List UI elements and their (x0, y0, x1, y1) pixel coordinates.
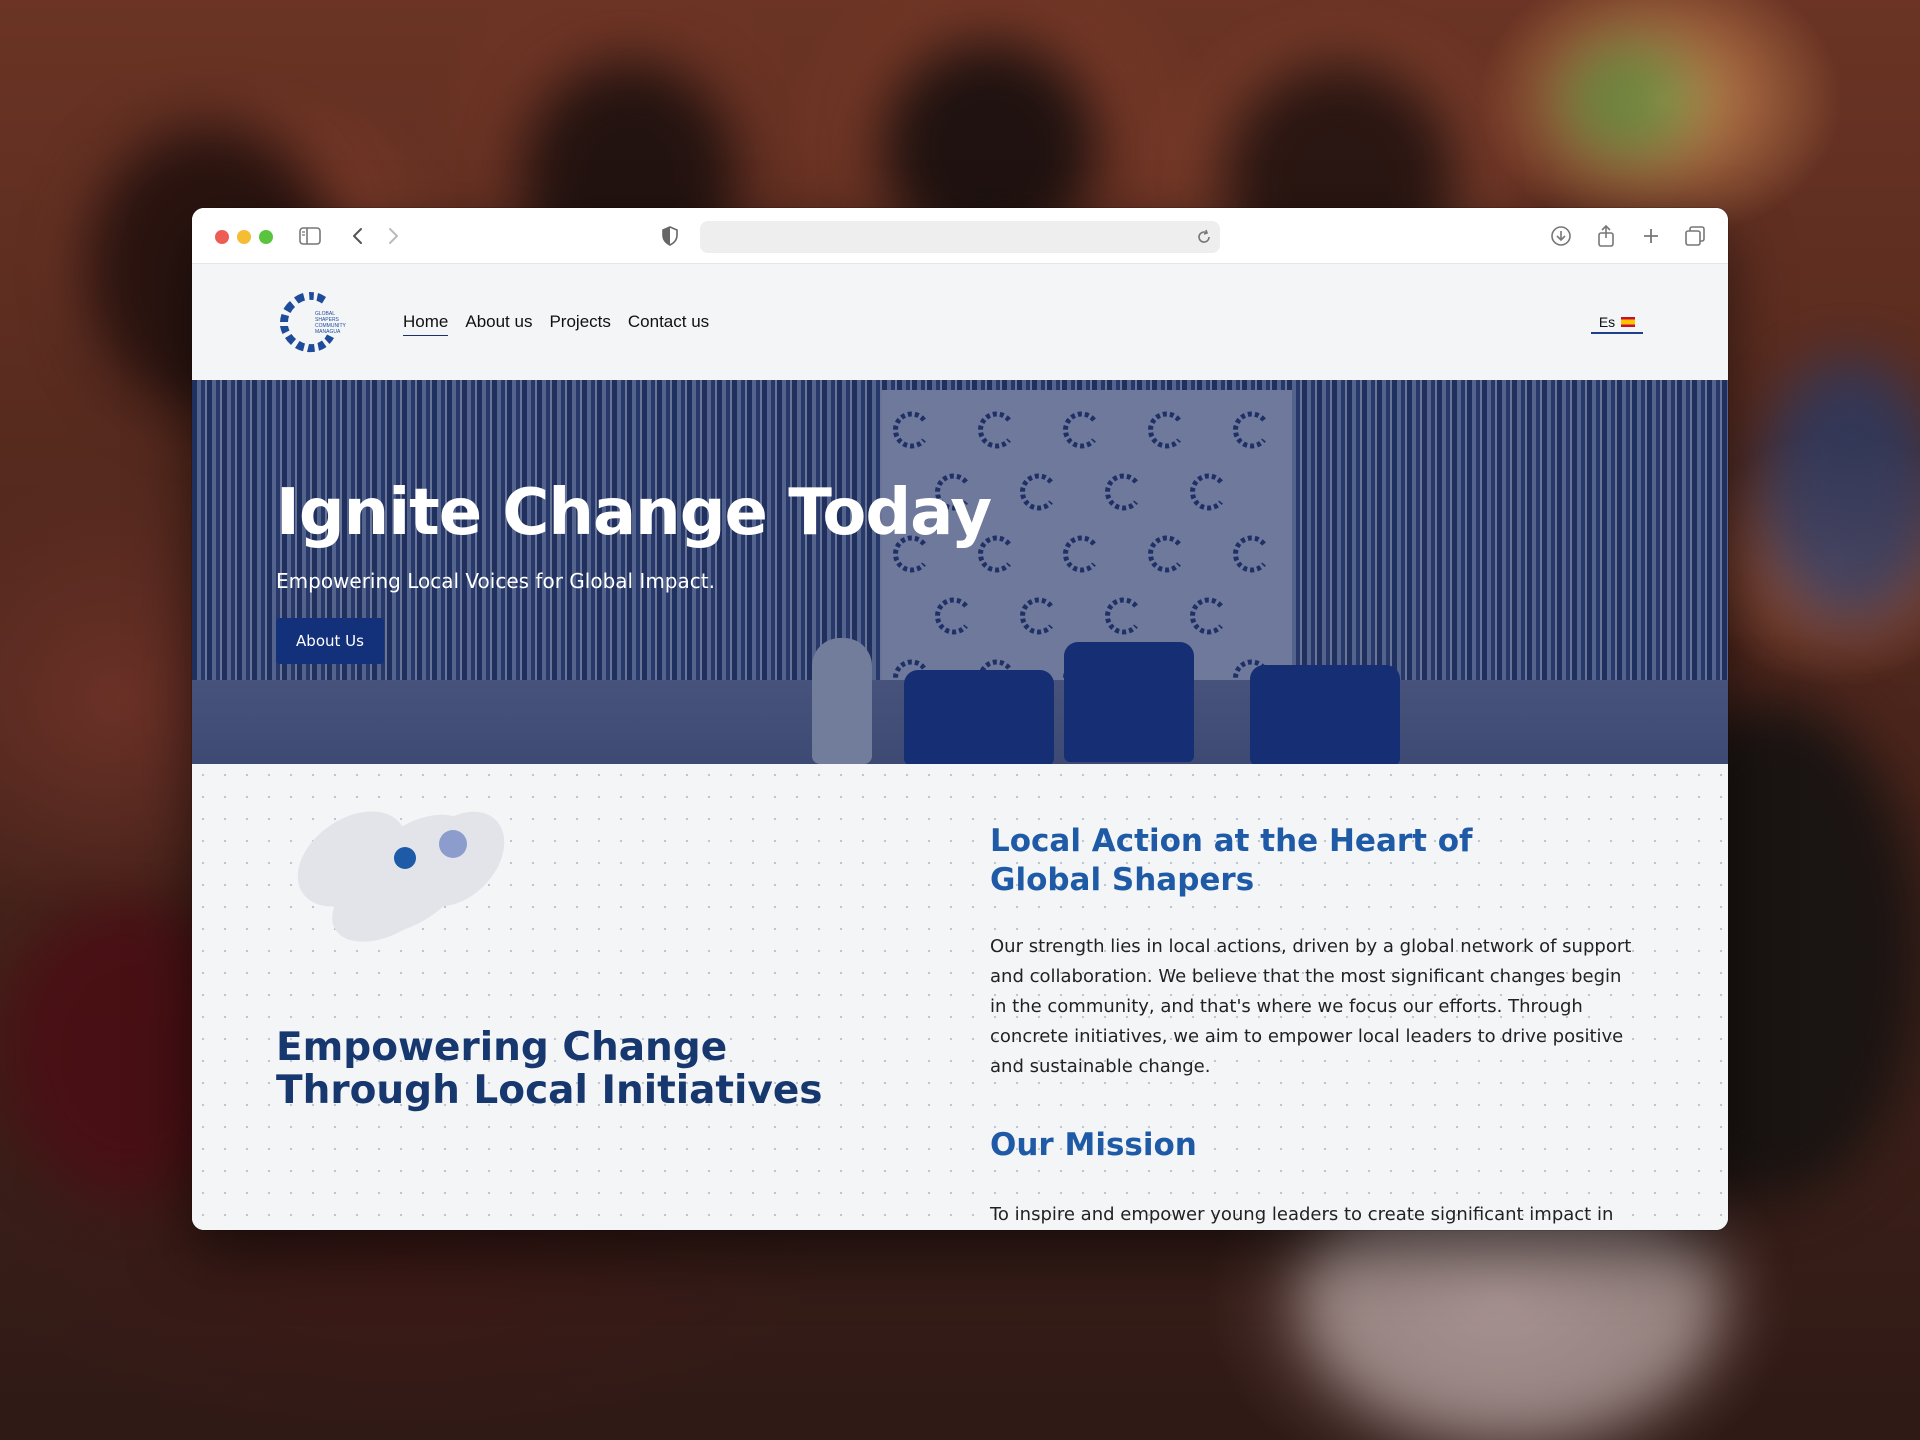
spain-flag-icon (1621, 317, 1636, 327)
language-switcher[interactable]: Es (1591, 312, 1643, 334)
sidebar-toggle-icon[interactable] (296, 222, 324, 250)
nav-projects[interactable]: Projects (549, 312, 610, 336)
privacy-shield-icon[interactable] (656, 222, 684, 250)
browser-window: GLOBAL SHAPERS COMMUNITY MANAGUA Home Ab… (192, 208, 1728, 1230)
decorative-graphic (282, 804, 522, 954)
mission-text: To inspire and empower young leaders to … (990, 1204, 1614, 1225)
main-nav: Home About us Projects Contact us (403, 312, 709, 336)
nav-home[interactable]: Home (403, 312, 449, 336)
share-icon[interactable] (1592, 222, 1620, 250)
local-action-heading: Local Action at the Heart of Global Shap… (990, 823, 1473, 898)
minimize-window-button[interactable] (237, 230, 251, 244)
site-header: GLOBAL SHAPERS COMMUNITY MANAGUA Home Ab… (192, 264, 1728, 380)
nav-about-us[interactable]: About us (465, 312, 532, 336)
back-icon[interactable] (344, 222, 372, 250)
browser-toolbar (192, 208, 1728, 264)
language-label: Es (1598, 314, 1616, 330)
reload-icon[interactable] (1194, 227, 1214, 247)
left-section-heading: Empowering Change Through Local Initiati… (276, 1025, 823, 1113)
hero-section: Ignite Change Today Empowering Local Voi… (192, 380, 1728, 764)
local-action-text: Our strength lies in local actions, driv… (990, 936, 1632, 1077)
global-shapers-logo[interactable]: GLOBAL SHAPERS COMMUNITY MANAGUA (276, 288, 348, 356)
logo-line-4: MANAGUA (315, 329, 341, 335)
downloads-icon[interactable] (1547, 222, 1575, 250)
content-section: Empowering Change Through Local Initiati… (192, 764, 1728, 1230)
close-window-button[interactable] (215, 230, 229, 244)
nav-contact-us[interactable]: Contact us (628, 312, 709, 336)
zoom-window-button[interactable] (259, 230, 273, 244)
hero-title: Ignite Change Today (276, 476, 992, 550)
address-bar[interactable] (700, 221, 1220, 253)
forward-icon[interactable] (379, 222, 407, 250)
tab-overview-icon[interactable] (1681, 222, 1709, 250)
mission-heading: Our Mission (990, 1127, 1197, 1163)
hero-subtitle: Empowering Local Voices for Global Impac… (276, 569, 715, 593)
about-us-button[interactable]: About Us (276, 618, 384, 664)
new-tab-icon[interactable] (1637, 222, 1665, 250)
